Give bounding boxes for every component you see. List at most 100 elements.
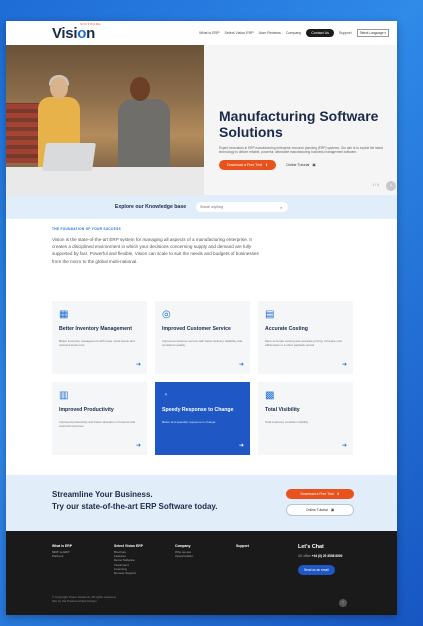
clock-icon: ◔ bbox=[162, 390, 169, 401]
nav-item-what-is-erp[interactable]: What is ERP bbox=[199, 31, 219, 35]
knowledge-base-title: Explore our Knowledge base bbox=[114, 204, 187, 210]
foundation-section: THE FOUNDATION OF YOUR SUCCESS Vision is… bbox=[6, 219, 397, 265]
download-icon: ⬇ bbox=[265, 163, 269, 167]
credit-line[interactable]: Site by the Preferred Web Design bbox=[52, 599, 116, 603]
chat-title: Let's Chat bbox=[298, 544, 324, 550]
card-title: Improved Customer Service bbox=[162, 326, 231, 332]
office-label: UK office bbox=[298, 554, 311, 558]
card-description: Total business condition visibility bbox=[265, 419, 309, 424]
cta-online-tutorial-button[interactable]: Online Tutorial ▣ bbox=[286, 504, 354, 516]
card-title: Better Inventory Management bbox=[59, 326, 132, 332]
nav-item-company[interactable]: Company bbox=[286, 31, 301, 35]
person-right-head bbox=[130, 77, 150, 101]
footer-col-support: Support bbox=[236, 544, 249, 550]
main-nav: What is ERP Select Vision ERP User Revie… bbox=[199, 29, 389, 37]
nav-item-user-reviews[interactable]: User Reviews bbox=[259, 31, 281, 35]
logo-text-end: n bbox=[86, 24, 95, 42]
hero-photo bbox=[6, 45, 204, 195]
footer-link-what-is-erp[interactable]: What is ERP bbox=[52, 544, 72, 548]
language-select[interactable]: Select Language ▾ bbox=[356, 29, 389, 37]
logo-tagline: SOFTWARE bbox=[80, 21, 101, 26]
logo-text-start: Visi bbox=[52, 24, 78, 42]
card-description: Better and speedier response to change bbox=[162, 419, 216, 424]
site-footer: What is ERP MRP vs ERP Partners Select V… bbox=[6, 531, 397, 615]
copyright: © Copyright Vision Solutions. All rights… bbox=[52, 595, 116, 603]
laptop-shape bbox=[42, 143, 96, 171]
arrow-up-icon[interactable]: ↑ bbox=[339, 599, 347, 607]
arrow-right-icon[interactable]: ➔ bbox=[136, 442, 141, 449]
contact-us-button[interactable]: Contact Us bbox=[306, 29, 334, 37]
hero-description: Expert innovators in ERP manufacturing e… bbox=[219, 146, 383, 154]
card-title: Total Visibility bbox=[265, 407, 300, 413]
card-title: Accurate Costing bbox=[265, 326, 308, 332]
search-icon[interactable]: ⌕ bbox=[280, 205, 282, 210]
hero-text: Manufacturing Software Solutions Expert … bbox=[219, 108, 389, 170]
footer-heading[interactable]: Select Vision ERP bbox=[114, 544, 143, 548]
foundation-text: Vision is the state-of-the-art ERP syste… bbox=[52, 237, 259, 264]
hero-title: Manufacturing Software Solutions bbox=[219, 108, 379, 140]
card-total-visibility[interactable]: ▩ Total Visibility Total business condit… bbox=[258, 382, 353, 455]
calendar-icon: ▥ bbox=[59, 390, 69, 401]
knowledge-search-input[interactable] bbox=[200, 205, 281, 209]
footer-link-partners[interactable]: Partners bbox=[52, 554, 72, 558]
office-phone[interactable]: +44 (0) 20 3598 8000 bbox=[312, 554, 343, 558]
download-trial-label: Download a Free Trial bbox=[227, 163, 263, 167]
target-icon: ◎ bbox=[162, 309, 171, 320]
nav-item-select-vision-erp[interactable]: Select Vision ERP bbox=[225, 31, 254, 35]
cta-section: Streamline Your Business. Try our state-… bbox=[6, 475, 397, 531]
cta-text: Streamline Your Business. Try our state-… bbox=[52, 489, 218, 513]
email-us-button[interactable]: Send us an email bbox=[298, 565, 335, 575]
nav-item-support[interactable]: Support bbox=[339, 31, 352, 35]
footer-col-select: Select Vision ERP Brochure Features Demo… bbox=[114, 544, 143, 575]
download-trial-button[interactable]: Download a Free Trial ⬇ bbox=[219, 160, 277, 170]
cta-online-tutorial-label: Online Tutorial bbox=[305, 508, 328, 512]
cta-buttons: Download a Free Trial ⬇ Online Tutorial … bbox=[286, 489, 354, 516]
arrow-right-icon[interactable]: ➔ bbox=[136, 361, 141, 368]
download-icon: ⬇ bbox=[336, 492, 340, 496]
online-tutorial-label: Online Tutorial bbox=[286, 163, 310, 167]
grid-icon: ▩ bbox=[265, 390, 275, 401]
slider-pager: 1 / 4 bbox=[372, 183, 379, 187]
cta-download-trial-label: Download a Free Trial bbox=[300, 492, 334, 496]
card-title: Speedy Response to Change bbox=[162, 407, 234, 413]
card-description: More accurate costing and accurate prici… bbox=[265, 338, 342, 347]
knowledge-search[interactable]: ⌕ bbox=[196, 202, 289, 212]
card-costing[interactable]: ▤ Accurate Costing More accurate costing… bbox=[258, 301, 353, 374]
footer-heading[interactable]: Company bbox=[175, 544, 193, 548]
site-header: SOFTWARE Vision What is ERP Select Visio… bbox=[6, 21, 397, 45]
footer-link[interactable]: Opportunities bbox=[175, 554, 193, 558]
browser-page: SOFTWARE Vision What is ERP Select Visio… bbox=[6, 21, 397, 615]
footer-chat: Let's Chat UK office +44 (0) 20 3598 800… bbox=[298, 544, 342, 576]
footer-col-erp: What is ERP MRP vs ERP Partners bbox=[52, 544, 72, 558]
video-icon: ▣ bbox=[312, 163, 316, 167]
card-customer-service[interactable]: ◎ Improved Customer Service Improved cus… bbox=[155, 301, 250, 374]
chat-office: UK office +44 (0) 20 3598 8000 bbox=[298, 554, 342, 558]
footer-heading[interactable]: Support bbox=[236, 544, 249, 548]
footer-link[interactable]: Remote Support bbox=[114, 571, 143, 575]
online-tutorial-button[interactable]: Online Tutorial ▣ bbox=[286, 163, 316, 167]
card-inventory[interactable]: ▦ Better Inventory Management Better inv… bbox=[52, 301, 147, 374]
card-description: Better inventory management with lower s… bbox=[59, 338, 135, 347]
person-left-head bbox=[50, 77, 68, 99]
hero-section: Manufacturing Software Solutions Expert … bbox=[6, 45, 397, 195]
feature-cards: ▦ Better Inventory Management Better inv… bbox=[52, 301, 353, 455]
card-speedy-response[interactable]: ◔ Speedy Response to Change Better and s… bbox=[155, 382, 250, 455]
cta-line-2: Try our state-of-the-art ERP Software to… bbox=[52, 502, 218, 511]
vision-logo[interactable]: SOFTWARE Vision bbox=[52, 22, 100, 42]
card-description: Improved customer service with better de… bbox=[162, 338, 243, 347]
arrow-right-icon[interactable]: ➔ bbox=[239, 361, 244, 368]
foundation-label: THE FOUNDATION OF YOUR SUCCESS bbox=[52, 227, 121, 231]
arrow-right-icon[interactable]: ➔ bbox=[239, 442, 244, 449]
video-icon: ▣ bbox=[330, 508, 335, 512]
footer-col-company: Company Who we are Opportunities bbox=[175, 544, 193, 558]
slider-next-icon[interactable]: › bbox=[386, 181, 396, 191]
hero-buttons: Download a Free Trial ⬇ Online Tutorial … bbox=[219, 160, 389, 170]
table-shape bbox=[6, 167, 204, 195]
box-icon: ▦ bbox=[59, 309, 69, 320]
cta-download-trial-button[interactable]: Download a Free Trial ⬇ bbox=[286, 489, 354, 499]
card-productivity[interactable]: ▥ Improved Productivity Improved product… bbox=[52, 382, 147, 455]
cta-line-1: Streamline Your Business. bbox=[52, 490, 153, 499]
arrow-right-icon[interactable]: ➔ bbox=[342, 361, 347, 368]
knowledge-base-bar: Explore our Knowledge base ⌕ bbox=[6, 195, 397, 219]
arrow-right-icon[interactable]: ➔ bbox=[342, 442, 347, 449]
